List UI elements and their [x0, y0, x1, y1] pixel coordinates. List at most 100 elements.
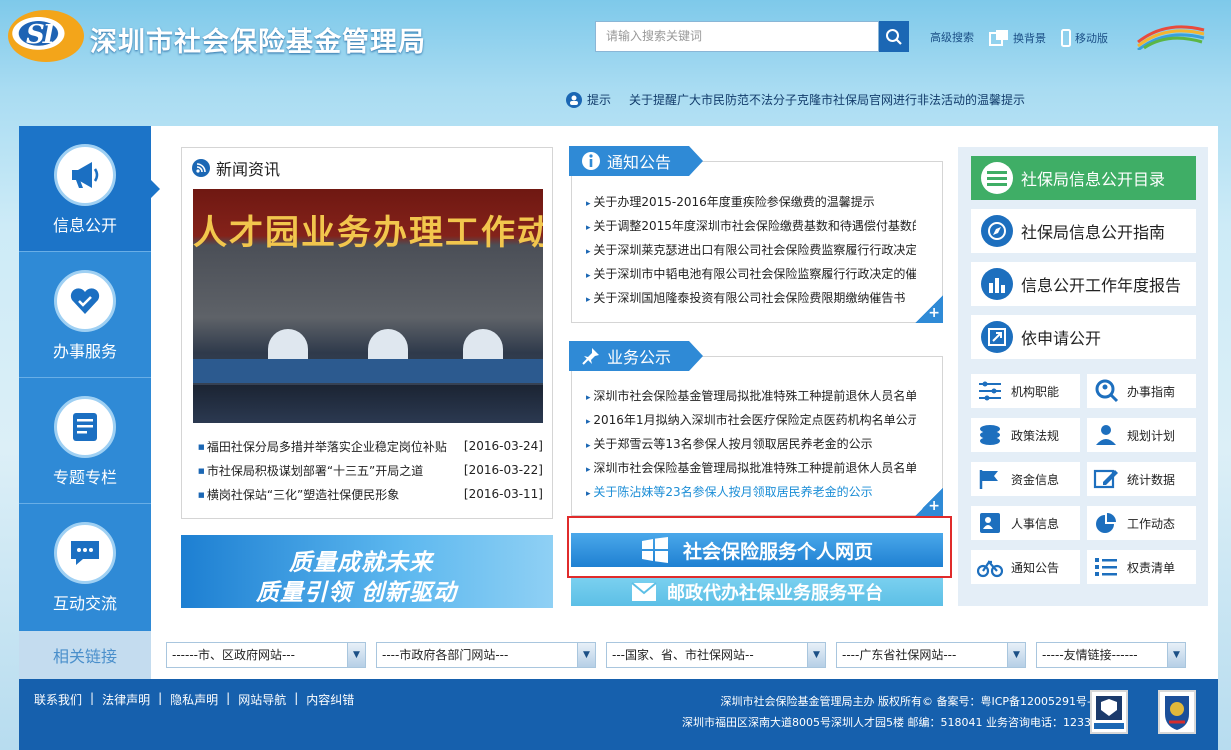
service-guide-button[interactable]: 办事指南	[1087, 374, 1196, 408]
statistics-button[interactable]: 统计数据	[1087, 462, 1196, 496]
logo-badge[interactable]: SI	[8, 10, 84, 62]
service-guide-label: 办事指南	[1127, 384, 1176, 399]
sliders-icon	[979, 381, 1001, 401]
notice-item[interactable]: 关于深圳市中韬电池有限公司社会保险监察履行行政决定的催告书	[586, 262, 916, 286]
nav-icon-circle	[54, 522, 116, 584]
photo-audience	[193, 385, 543, 423]
promo-line-2: 质量引领 创新驱动	[256, 580, 458, 606]
search-input[interactable]: 请输入搜索关键词	[595, 21, 879, 52]
footer-separator: |	[226, 691, 231, 705]
promo-banner[interactable]: 质量成就未来 质量引领 创新驱动	[181, 535, 553, 608]
notice-item[interactable]: 关于深圳国旭隆泰投资有限公司社会保险费限期缴纳催告书	[586, 286, 916, 310]
search-icon	[886, 28, 902, 45]
news-item-date: [2016-03-22]	[463, 463, 543, 477]
dept-sites-select[interactable]: ----市政府各部门网站--- ▼	[376, 642, 596, 668]
policy-label: 政策法规	[1011, 428, 1060, 443]
chat-icon	[71, 541, 99, 565]
planning-label: 规划计划	[1127, 428, 1176, 443]
links-label: 相关链接	[19, 631, 151, 679]
info-catalog-button[interactable]: 社保局信息公开目录	[971, 156, 1196, 200]
notice-item[interactable]: 关于办理2015-2016年度重疾险参保缴费的温馨提示	[586, 190, 916, 214]
megaphone-icon	[72, 162, 99, 188]
document-list-icon	[73, 413, 97, 441]
left-nav: 信息公开 办事服务 专题专栏 互动交流	[19, 126, 151, 631]
personnel-button[interactable]: 人事信息	[971, 506, 1080, 540]
planning-button[interactable]: 规划计划	[1087, 418, 1196, 452]
nav-label: 专题专栏	[52, 468, 117, 487]
announcements-label: 通知公告	[1011, 560, 1060, 575]
news-item[interactable]: 横岗社保站“三化”塑造社保便民形象 [2016-03-11]	[198, 482, 543, 506]
footer-link-privacy[interactable]: 隐私声明	[170, 691, 218, 708]
business-more-button[interactable]: +	[915, 488, 943, 516]
nav-info-public[interactable]: 信息公开	[19, 126, 151, 252]
photo-table	[193, 359, 543, 383]
notice-tab[interactable]: 通知公告	[569, 146, 703, 176]
search-button[interactable]	[879, 21, 909, 52]
policy-button[interactable]: 政策法规	[971, 418, 1080, 452]
bar-chart-icon	[981, 268, 1013, 300]
personnel-label: 人事信息	[1011, 516, 1060, 531]
notice-tab-label: 通知公告	[607, 153, 672, 172]
business-item[interactable]: 深圳市社会保险基金管理局拟批准特殊工种提前退休人员名单公示	[586, 456, 916, 480]
chevron-down-icon: ▼	[577, 643, 595, 667]
news-item[interactable]: 福田社保分局多措并举落实企业稳定岗位补贴 [2016-03-24]	[198, 434, 543, 458]
promo-line-1: 质量成就未来	[289, 550, 433, 576]
nav-label: 信息公开	[52, 216, 117, 235]
news-photo[interactable]: 人才园业务办理工作动	[193, 189, 543, 423]
footer-link-contact[interactable]: 联系我们	[34, 691, 82, 708]
footer-link-sitemap[interactable]: 网站导航	[238, 691, 286, 708]
postal-service-button[interactable]: 邮政代办社保业务服务平台	[571, 578, 943, 606]
announcements-button[interactable]: 通知公告	[971, 550, 1080, 584]
police-badge-icon[interactable]	[1090, 690, 1128, 734]
gov-sites-select[interactable]: ------市、区政府网站--- ▼	[166, 642, 366, 668]
business-item[interactable]: 关于陈沾妹等23名参保人按月领取居民养老金的公示	[586, 480, 916, 504]
business-tab[interactable]: 业务公示	[569, 341, 703, 371]
info-catalog-label: 社保局信息公开目录	[1021, 170, 1166, 189]
change-skin-link[interactable]: 换背景	[989, 29, 1046, 47]
org-functions-button[interactable]: 机构职能	[971, 374, 1080, 408]
business-item[interactable]: 2016年1月拟纳入深圳市社会医疗保险定点医药机构名单公示	[586, 408, 916, 432]
notice-item[interactable]: 关于调整2015年度深圳市社会保险缴费基数和待遇偿付基数的通知	[586, 214, 916, 238]
request-disclosure-button[interactable]: 依申请公开	[971, 315, 1196, 359]
nav-services[interactable]: 办事服务	[19, 252, 151, 378]
notice-item[interactable]: 关于深圳莱克瑟进出口有限公司社会保险费监察履行行政决定的催告书	[586, 238, 916, 262]
select-value: ----市政府各部门网站---	[382, 648, 509, 662]
notice-more-button[interactable]: +	[915, 295, 943, 323]
news-header[interactable]: 新闻资讯	[192, 156, 280, 180]
friend-links-select[interactable]: -----友情链接------ ▼	[1036, 642, 1186, 668]
news-title: 新闻资讯	[216, 160, 281, 179]
site-title[interactable]: 深圳市社会保险基金管理局	[90, 20, 426, 59]
business-item[interactable]: 深圳市社会保险基金管理局拟批准特殊工种提前退休人员名单公示	[586, 384, 916, 408]
annual-report-button[interactable]: 信息公开工作年度报告	[971, 262, 1196, 306]
news-item-date: [2016-03-24]	[463, 439, 543, 453]
rights-list-button[interactable]: 权责清单	[1087, 550, 1196, 584]
funds-button[interactable]: 资金信息	[971, 462, 1080, 496]
social-security-sites-select[interactable]: ---国家、省、市社保网站-- ▼	[606, 642, 826, 668]
postal-service-label: 邮政代办社保业务服务平台	[667, 583, 883, 604]
footer-link-correction[interactable]: 内容纠错	[306, 691, 354, 708]
coins-icon	[980, 425, 1000, 445]
org-functions-label: 机构职能	[1011, 384, 1060, 399]
notice-label: 提示	[587, 93, 612, 107]
info-guide-label: 社保局信息公开指南	[1021, 223, 1166, 242]
bike-icon	[977, 560, 1003, 578]
pin-icon	[582, 348, 599, 365]
info-guide-button[interactable]: 社保局信息公开指南	[971, 209, 1196, 253]
guangdong-sites-select[interactable]: ----广东省社保网站--- ▼	[836, 642, 1026, 668]
mobile-link[interactable]: 移动版	[1061, 29, 1108, 47]
rss-icon	[192, 159, 210, 177]
advanced-search-link[interactable]: 高级搜索	[930, 29, 974, 45]
notice-bar[interactable]: 提示 关于提醒广大市民防范不法分子克隆市社保局官网进行非法活动的温馨提示	[565, 91, 1025, 108]
mail-icon	[631, 582, 657, 601]
nav-topics[interactable]: 专题专栏	[19, 378, 151, 504]
work-news-button[interactable]: 工作动态	[1087, 506, 1196, 540]
nav-interaction[interactable]: 互动交流	[19, 504, 151, 630]
business-item[interactable]: 关于郑雪云等13名参保人按月领取居民养老金的公示	[586, 432, 916, 456]
change-skin-label: 换背景	[1013, 32, 1046, 45]
notice-panel: 关于办理2015-2016年度重疾险参保缴费的温馨提示 关于调整2015年度深圳…	[571, 161, 943, 323]
chevron-down-icon: ▼	[1167, 643, 1185, 667]
footer-link-legal[interactable]: 法律声明	[102, 691, 150, 708]
notice-message[interactable]: 关于提醒广大市民防范不法分子克隆市社保局官网进行非法活动的温馨提示	[629, 91, 1025, 108]
news-item[interactable]: 市社保局积极谋划部署“十三五”开局之道 [2016-03-22]	[198, 458, 543, 482]
gov-seal-icon[interactable]	[1158, 690, 1196, 734]
